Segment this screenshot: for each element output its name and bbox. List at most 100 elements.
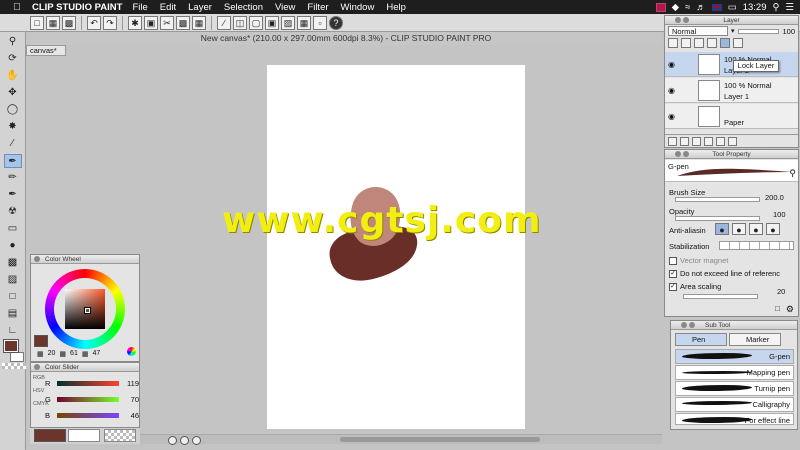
minimize-icon[interactable] [689, 322, 695, 328]
area-scaling-value[interactable]: 20 [777, 287, 785, 296]
new-folder-icon[interactable] [704, 137, 713, 146]
blend-mode-select[interactable]: Normal [668, 26, 728, 36]
lock-layer-icon[interactable] [720, 38, 730, 48]
draft-icon[interactable] [707, 38, 717, 48]
eye-icon[interactable]: ◉ [668, 60, 675, 69]
subtool-item[interactable]: For effect line [675, 413, 794, 425]
tab-marker[interactable]: Marker [729, 333, 781, 346]
main-color-chip[interactable] [34, 429, 66, 442]
eyedropper-icon[interactable]: ⁄ [4, 137, 22, 151]
lock-icon[interactable]: ▫ [313, 15, 327, 30]
tab-pen[interactable]: Pen [675, 333, 727, 346]
transparent-color-swatch[interactable] [2, 363, 26, 369]
reset-rotation-icon[interactable] [192, 436, 201, 445]
document-tab[interactable]: canvas* [26, 45, 66, 56]
settings-icon[interactable]: ✱ [128, 15, 142, 30]
apple-icon[interactable]:  [10, 2, 24, 13]
new-raster-layer-icon[interactable] [680, 137, 689, 146]
gradient-icon[interactable]: ▨ [4, 273, 22, 287]
g-value[interactable]: 70 [123, 395, 139, 404]
save-icon[interactable]: ▩ [62, 15, 76, 30]
menu-view[interactable]: View [275, 2, 295, 13]
zoom-icon[interactable]: ⚲ [4, 35, 22, 49]
eye-icon[interactable]: ◉ [668, 112, 675, 121]
g-slider[interactable] [57, 397, 119, 402]
sub-color-chip[interactable] [68, 429, 100, 442]
opacity-slider[interactable] [675, 216, 760, 221]
app-status-icon[interactable] [655, 2, 666, 12]
merge-icon[interactable] [716, 137, 725, 146]
antialias-medium-icon[interactable]: ● [749, 223, 763, 235]
cut-icon[interactable]: ✂ [160, 15, 174, 30]
menu-file[interactable]: File [132, 2, 147, 13]
opacity-slider[interactable] [737, 28, 780, 34]
antialias-strong-icon[interactable]: ● [766, 223, 780, 235]
language-flag-icon[interactable] [711, 3, 722, 11]
hue-ring[interactable] [45, 269, 125, 349]
pen-icon[interactable]: ✒ [3, 154, 22, 168]
lasso-icon[interactable]: ◯ [4, 103, 22, 117]
pencil-icon[interactable]: ✏ [4, 171, 22, 185]
b-slider[interactable] [57, 413, 119, 418]
select-all-icon[interactable]: ▦ [192, 15, 206, 30]
eraser-icon[interactable]: ▭ [4, 222, 22, 236]
figure-icon[interactable]: □ [4, 290, 22, 304]
antialias-none-icon[interactable]: ● [715, 223, 729, 235]
menu-help[interactable]: Help [386, 2, 406, 13]
close-icon[interactable] [681, 322, 687, 328]
invert-selection-icon[interactable]: ▣ [265, 15, 279, 30]
tab-hsv[interactable]: HSV [33, 388, 44, 395]
layer-mask-icon[interactable] [668, 38, 678, 48]
b-value[interactable]: 46 [123, 411, 139, 420]
delete-layer-icon[interactable] [728, 137, 737, 146]
subtool-item[interactable]: Turnip pen [675, 381, 794, 396]
snap-icon[interactable]: ▨ [281, 15, 295, 30]
brush-icon[interactable]: ✒ [4, 188, 22, 202]
redo-icon[interactable]: ↷ [103, 15, 117, 30]
fill-tool-icon[interactable]: ▩ [4, 256, 22, 270]
list-icon[interactable]: ☰ [785, 2, 794, 13]
battery-icon[interactable]: ▭ [728, 2, 737, 13]
stabilization-slider[interactable] [719, 241, 794, 250]
hand-icon[interactable]: ✋ [4, 69, 22, 83]
app-menu[interactable]: CLIP STUDIO PAINT [32, 2, 122, 13]
undo-icon[interactable]: ↶ [87, 15, 101, 30]
layer-row[interactable]: ◉ Paper [665, 104, 798, 129]
auto-select-icon[interactable]: ✸ [4, 120, 22, 134]
clear-icon[interactable]: ▣ [144, 15, 158, 30]
layer-menu-icon[interactable] [668, 137, 677, 146]
color-picker-handle[interactable] [84, 307, 91, 314]
clip-icon[interactable] [681, 38, 691, 48]
menu-layer[interactable]: Layer [188, 2, 212, 13]
fill-icon[interactable]: ▩ [176, 15, 190, 30]
new-file-icon[interactable]: □ [30, 15, 44, 30]
rotate-left-icon[interactable] [168, 436, 177, 445]
sub-color-swatch[interactable] [10, 352, 24, 362]
current-color-swatch[interactable] [34, 335, 48, 347]
frame-icon[interactable]: ▤ [4, 307, 22, 321]
ruler-icon[interactable]: ∕ [217, 15, 231, 30]
deselect-icon[interactable]: ▢ [249, 15, 263, 30]
new-vector-layer-icon[interactable] [692, 137, 701, 146]
wifi-icon[interactable]: ≈ [685, 2, 690, 13]
airbrush-icon[interactable]: ☢ [4, 205, 22, 219]
rotate-icon[interactable]: ⟳ [4, 52, 22, 66]
scrollbar-thumb[interactable] [340, 437, 540, 442]
zoom-icon[interactable]: ⚲ [789, 168, 796, 179]
transform-icon[interactable]: ◫ [233, 15, 247, 30]
grid-icon[interactable]: ▦ [297, 15, 311, 30]
search-icon[interactable]: ⚲ [773, 2, 780, 13]
r-value[interactable]: 119 [123, 379, 139, 388]
dropdown-arrow-icon[interactable]: ▾ [731, 27, 735, 35]
r-slider[interactable] [57, 381, 119, 386]
subtool-item[interactable]: G-pen [675, 349, 794, 364]
move-icon[interactable]: ✥ [4, 86, 22, 100]
transparent-chip[interactable] [104, 429, 136, 442]
main-color-swatch[interactable] [3, 339, 19, 353]
menu-edit[interactable]: Edit [160, 2, 176, 13]
no-exceed-checkbox[interactable]: ✓ [669, 270, 677, 279]
settings-icon[interactable]: ⚙ [786, 304, 794, 315]
close-icon[interactable] [34, 256, 40, 262]
opacity-value[interactable]: 100 [782, 27, 795, 36]
lock-transparent-icon[interactable] [733, 38, 743, 48]
